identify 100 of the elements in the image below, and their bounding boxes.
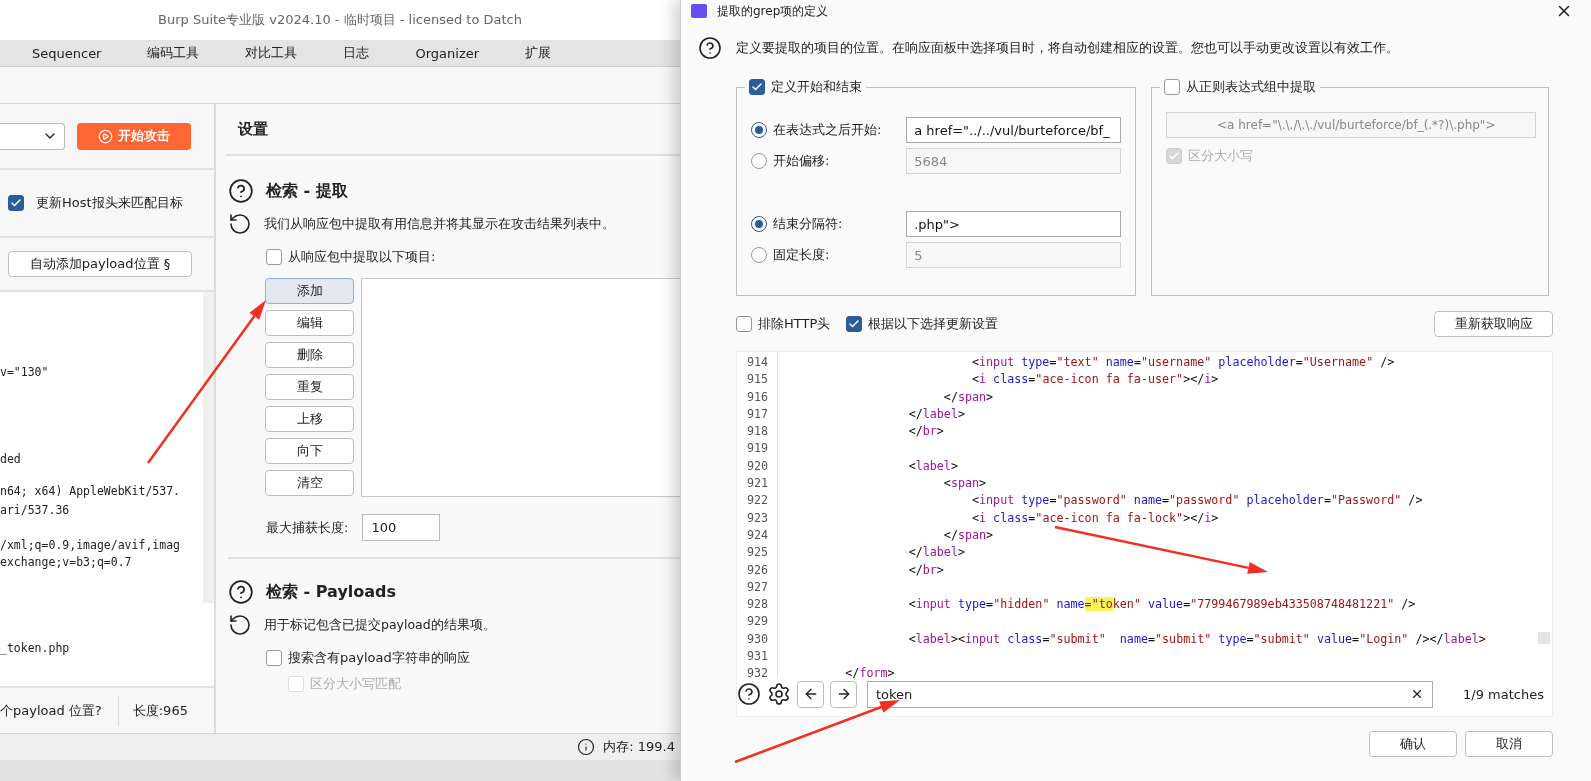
line-number: 920	[745, 457, 769, 475]
line-number: 915	[745, 371, 769, 389]
request-line: ded	[0, 451, 22, 468]
menu-item[interactable]: 日志	[343, 44, 370, 62]
checkbox-label: 根据以下选择更新设置	[868, 315, 999, 333]
code-line: <label><input class="submit" name="submit" type="submit" value="Login" /></label>	[907, 630, 1486, 648]
option-label: 开始偏移:	[773, 152, 831, 170]
radio-button[interactable]	[751, 122, 767, 138]
line-number: 918	[745, 423, 769, 441]
check-icon	[751, 81, 763, 93]
radio-button[interactable]	[751, 216, 767, 232]
panel-title: 设置	[238, 119, 268, 139]
help-icon[interactable]	[737, 682, 761, 706]
code-line: </form>	[844, 665, 895, 678]
checkbox[interactable]	[749, 79, 765, 95]
auto-add-payload-button[interactable]: 自动添加payload位置 §	[8, 251, 192, 277]
help-icon[interactable]	[228, 178, 254, 204]
checkbox-label: 区分大小写匹配	[310, 675, 401, 693]
code-line: <input type="password" name="password" placeholder="Password" />	[971, 492, 1423, 510]
radio-button[interactable]	[751, 247, 767, 263]
list-action-button[interactable]: 上移	[265, 406, 354, 432]
text-field[interactable]: .php">	[906, 211, 1121, 237]
check-icon	[848, 318, 861, 330]
menu-item[interactable]: 对比工具	[245, 44, 298, 62]
memory-text: 内存: 199.4	[603, 738, 675, 756]
list-action-button[interactable]: 重复	[265, 374, 354, 400]
dialog-button[interactable]: 取消	[1465, 731, 1553, 757]
line-number: 921	[745, 475, 769, 493]
payload-positions-text: 个payload 位置?	[0, 701, 103, 720]
dialog-button[interactable]: 确认	[1369, 731, 1457, 757]
checkbox-label: 搜索含有payload字符串的响应	[288, 649, 470, 667]
scrollbar-corner	[1538, 632, 1550, 644]
help-icon[interactable]	[698, 36, 722, 60]
line-number: 917	[745, 405, 769, 423]
request-line: /xml;q=0.9,image/avif,imag	[0, 537, 181, 554]
field-label: 最大捕获长度:	[266, 518, 349, 537]
menu-item[interactable]: 扩展	[525, 44, 552, 62]
help-icon[interactable]	[228, 579, 254, 605]
refetch-response-button[interactable]: 重新获取响应	[1434, 311, 1553, 337]
reset-icon[interactable]	[228, 212, 252, 236]
check-icon	[10, 197, 22, 209]
info-icon	[577, 738, 596, 756]
radio-button[interactable]	[751, 153, 767, 169]
text-field[interactable]: a href="../../vul/burteforce/bf_	[906, 117, 1121, 143]
checkbox-label: 更新Host报头来匹配目标	[36, 194, 183, 212]
request-line: exchange;v=b3;q=0.7	[0, 554, 133, 571]
section-description: 我们从响应包中提取有用信息并将其显示在攻击结果列表中。	[264, 215, 615, 233]
line-number: 928	[745, 596, 769, 614]
option-label: 固定长度:	[773, 246, 831, 264]
request-line: n64; x64) AppleWebKit/537.	[0, 483, 181, 500]
line-number: 916	[745, 388, 769, 406]
code-line: <span>	[942, 475, 987, 493]
line-number: 927	[745, 578, 769, 596]
line-number: 929	[745, 613, 769, 631]
checkbox[interactable]	[8, 195, 24, 211]
menu-item[interactable]: Organizer	[415, 45, 480, 61]
menu-item[interactable]: Sequencer	[32, 45, 102, 61]
line-number: 923	[745, 509, 769, 527]
code-line: </label>	[907, 405, 965, 423]
list-action-button[interactable]: 清空	[265, 470, 354, 496]
line-number: 931	[745, 648, 769, 666]
length-text: 长度:965	[132, 701, 189, 720]
checkbox-label: 排除HTTP头	[758, 315, 831, 333]
group-label: 从正则表达式组中提取	[1186, 78, 1316, 96]
group-label: 定义开始和结束	[771, 78, 862, 96]
code-line: </br>	[907, 423, 944, 441]
check-icon	[1168, 150, 1180, 162]
search-field[interactable]: token	[867, 680, 1433, 708]
line-number: 926	[745, 561, 769, 579]
line-number: 930	[745, 630, 769, 648]
app-icon	[691, 4, 707, 18]
list-action-button[interactable]: 删除	[265, 342, 354, 368]
checkbox-label: 区分大小写	[1188, 147, 1253, 165]
scrollbar[interactable]	[203, 292, 214, 603]
code-line: </span>	[942, 526, 994, 544]
checkbox[interactable]	[1164, 79, 1180, 95]
menu-item[interactable]: 编码工具	[147, 44, 200, 62]
reset-icon[interactable]	[228, 613, 252, 637]
previous-match-button[interactable]	[797, 680, 824, 708]
line-number: 922	[745, 492, 769, 510]
clear-icon[interactable]	[1410, 687, 1424, 701]
checkbox[interactable]	[846, 316, 863, 332]
code-line: </br>	[907, 561, 944, 579]
list-action-button[interactable]: 编辑	[265, 310, 354, 336]
dialog-description: 定义要提取的项目的位置。在响应面板中选择项目时，将自动创建相应的设置。您也可以手动更改设置以有效工作。	[736, 39, 1399, 57]
list-action-button[interactable]: 向下	[265, 438, 354, 464]
code-line: </label>	[907, 544, 965, 562]
max-length-field[interactable]: 100	[362, 514, 441, 541]
next-match-button[interactable]	[830, 680, 857, 708]
settings-icon[interactable]	[767, 682, 791, 706]
checkbox[interactable]	[266, 249, 282, 265]
code-line: </span>	[942, 388, 994, 406]
checkbox[interactable]	[736, 316, 752, 332]
option-label: 结束分隔符:	[773, 215, 844, 233]
line-number: 924	[745, 526, 769, 544]
window-title: Burp Suite专业版 v2024.10 - 临时项目 - licensed to Datch	[158, 11, 522, 29]
line-number: 919	[745, 440, 769, 458]
request-line: ari/537.36	[0, 502, 71, 519]
list-action-button[interactable]: 添加	[265, 278, 354, 304]
checkbox[interactable]	[266, 650, 282, 666]
